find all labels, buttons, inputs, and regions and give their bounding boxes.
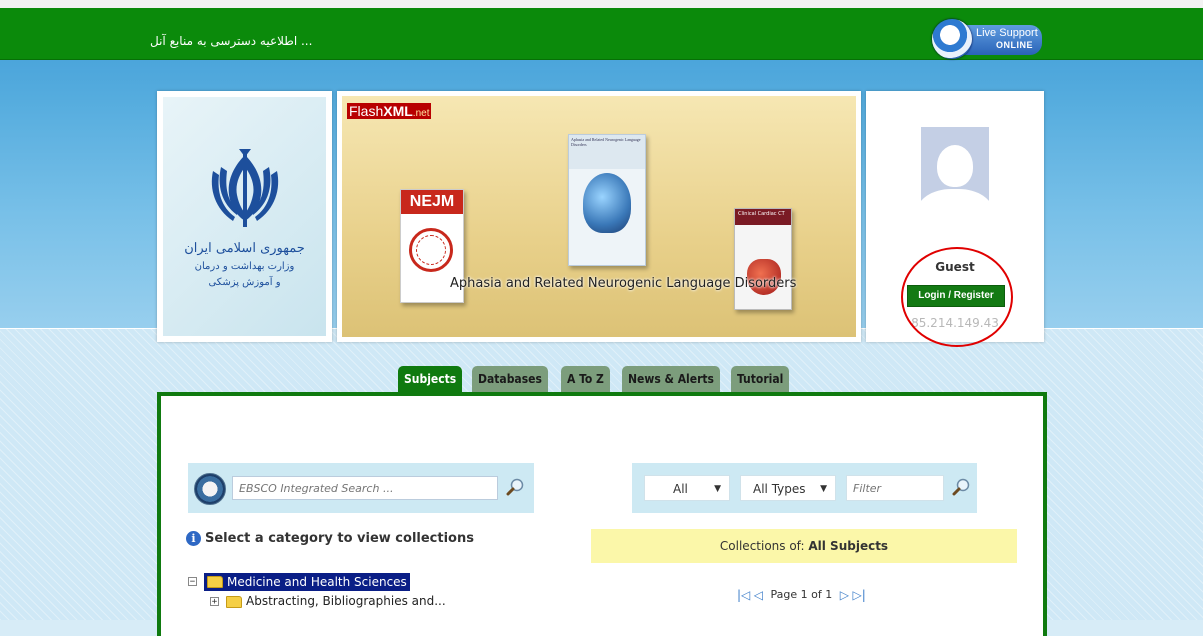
- scope-select-value: All: [673, 482, 688, 496]
- collections-prefix: Collections of:: [719, 539, 805, 553]
- magnifier-icon[interactable]: [952, 478, 970, 496]
- ebsco-search-bar: [188, 463, 534, 513]
- type-select-value: All Types: [753, 482, 806, 496]
- nejm-seal-inner: [416, 235, 446, 265]
- subjects-content: i Select a category to view collections −…: [157, 392, 1047, 636]
- avatar: [921, 127, 989, 222]
- ministry-name-line3: و آموزش پزشکی: [208, 277, 281, 288]
- category-prompt-text: Select a category to view collections: [205, 531, 474, 546]
- dropdown-arrow-icon: ▼: [714, 484, 721, 494]
- live-support-label: Live Support: [976, 27, 1038, 39]
- featured-books-slider[interactable]: FlashXML.net Aphasia and Related Neuroge…: [337, 91, 861, 342]
- tree-item-label-selected[interactable]: Medicine and Health Sciences: [204, 573, 410, 591]
- ebsco-logo-icon: [194, 473, 226, 505]
- brain-illustration: [583, 173, 631, 233]
- iran-emblem-icon: [211, 149, 279, 227]
- user-profile-panel: Guest Login / Register 85.214.149.43: [866, 91, 1044, 347]
- ministry-name-line2: وزارت بهداشت و درمان: [194, 261, 295, 272]
- flashxml-logo: FlashXML.net: [347, 103, 432, 119]
- slider-caption: Aphasia and Related Neurogenic Language …: [450, 276, 797, 291]
- first-page-icon[interactable]: |◁: [737, 587, 750, 603]
- collections-heading: Collections of: All Subjects: [591, 529, 1017, 563]
- avatar-shoulders: [921, 189, 989, 222]
- folder-icon: [226, 596, 242, 608]
- tab-subjects[interactable]: Subjects: [398, 366, 463, 392]
- live-support-status: ONLINE: [996, 40, 1034, 50]
- prev-page-icon[interactable]: ◁: [754, 587, 763, 603]
- scope-select[interactable]: All ▼: [644, 475, 730, 501]
- magnifier-icon[interactable]: [506, 478, 524, 496]
- headset-icon: [932, 19, 972, 59]
- type-select[interactable]: All Types ▼: [740, 475, 836, 501]
- nejm-title: NEJM: [401, 190, 463, 214]
- tab-a-to-z[interactable]: A To Z: [561, 366, 610, 392]
- page-indicator: Page 1 of 1: [770, 588, 833, 601]
- slider-stage: FlashXML.net Aphasia and Related Neuroge…: [342, 96, 856, 337]
- folder-icon: [207, 576, 223, 588]
- category-prompt: i Select a category to view collections: [186, 531, 474, 546]
- book-cover-cardiac-ct[interactable]: Clinical Cardiac CT: [734, 208, 792, 310]
- collapse-toggle-icon[interactable]: −: [188, 577, 197, 587]
- tab-tutorial[interactable]: Tutorial: [731, 366, 790, 392]
- avatar-head: [937, 145, 973, 187]
- ministry-logo: جمهوری اسلامی ایران وزارت بهداشت و درمان…: [163, 97, 326, 336]
- tree-item-text: Medicine and Health Sciences: [227, 575, 407, 589]
- expand-toggle-icon[interactable]: +: [210, 597, 219, 607]
- ebsco-search-input[interactable]: [232, 476, 498, 500]
- cardiac-cover-title: Clinical Cardiac CT: [738, 211, 785, 217]
- tree-item-label[interactable]: Abstracting, Bibliographies and...: [246, 594, 446, 608]
- dropdown-arrow-icon: ▼: [820, 484, 827, 494]
- book-cover-aphasia[interactable]: Aphasia and Related Neurogenic Language …: [568, 134, 646, 266]
- pagination: |◁ ◁ Page 1 of 1 ▷ ▷|: [737, 587, 866, 603]
- tab-news-alerts[interactable]: News & Alerts: [622, 366, 720, 392]
- top-strip: [0, 0, 1203, 8]
- last-page-icon[interactable]: ▷|: [852, 587, 865, 603]
- book-cover-title: Aphasia and Related Neurogenic Language …: [569, 135, 645, 169]
- collections-subject: All Subjects: [808, 539, 889, 553]
- live-support-button[interactable]: Live Support ONLINE: [932, 19, 1044, 61]
- tab-databases[interactable]: Databases: [472, 366, 548, 392]
- filter-input[interactable]: [846, 475, 944, 501]
- ministry-name-line1: جمهوری اسلامی ایران: [184, 241, 305, 256]
- next-page-icon[interactable]: ▷: [840, 587, 849, 603]
- ministry-logo-panel: جمهوری اسلامی ایران وزارت بهداشت و درمان…: [157, 91, 332, 342]
- info-icon: i: [186, 531, 201, 546]
- collections-filter-bar: All ▼ All Types ▼: [632, 463, 977, 513]
- announcement-link[interactable]: ... اطلاعیه دسترسی به منابع آنل: [150, 34, 312, 48]
- highlight-annotation: [901, 247, 1013, 347]
